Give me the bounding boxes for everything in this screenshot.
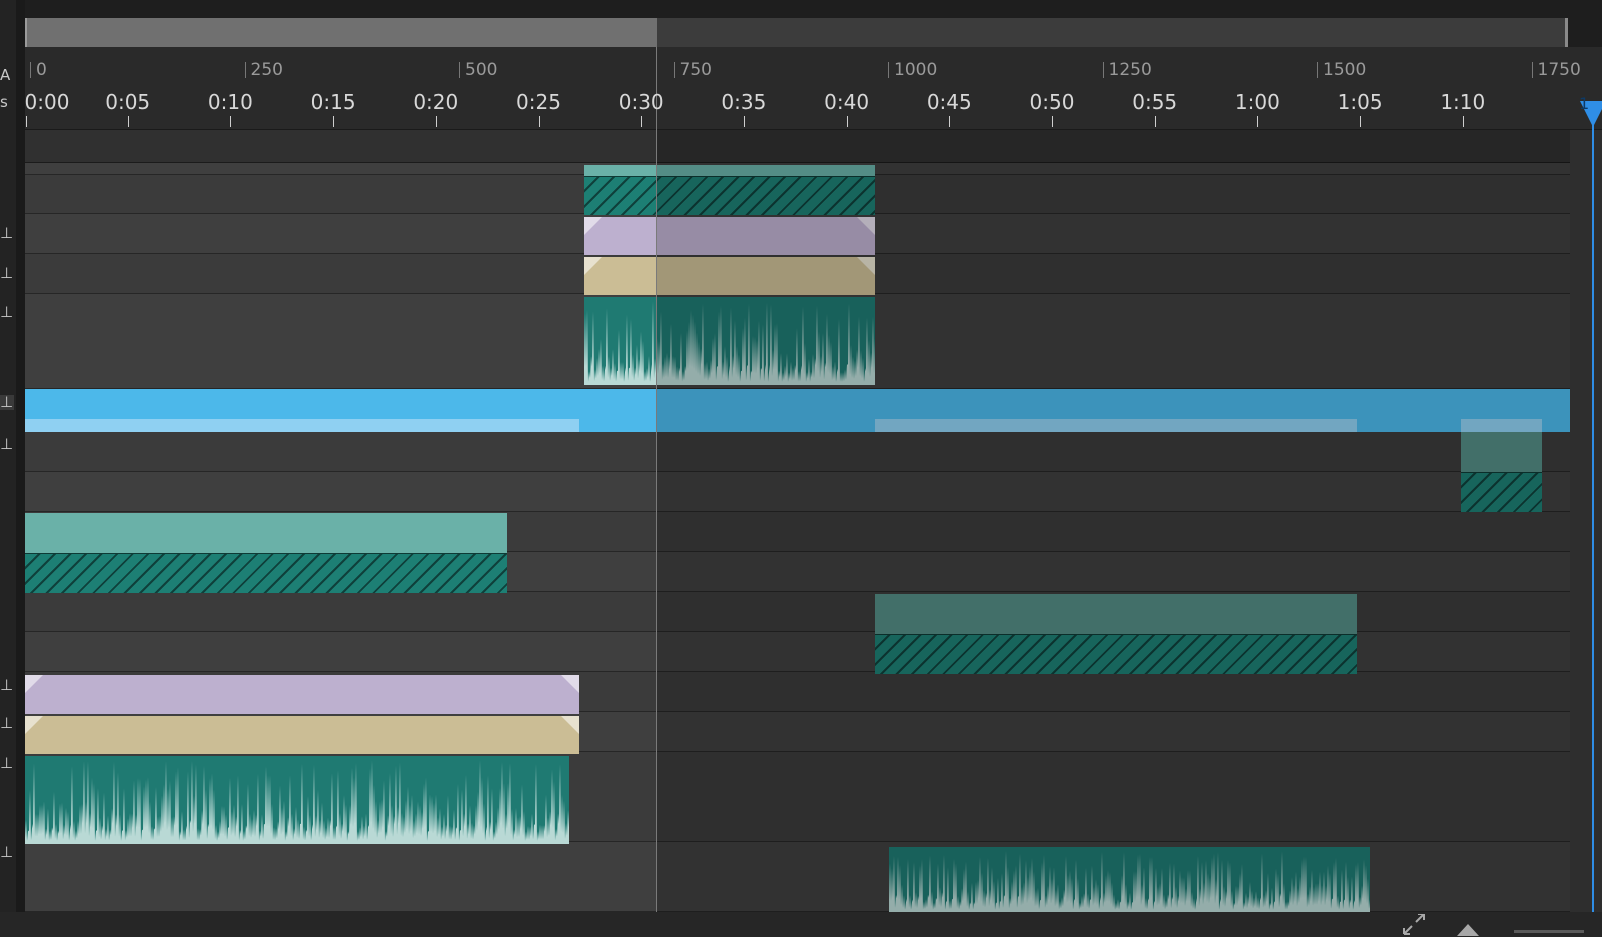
ruler-time-label: 0:25 — [516, 90, 561, 114]
timeline-scrollbar-thumb[interactable] — [25, 18, 657, 47]
ruler-time-label: 0:45 — [926, 90, 972, 114]
ruler-frame-label: 500 — [459, 62, 497, 79]
timeline-footer — [0, 912, 1602, 937]
ruler-tick — [641, 116, 643, 127]
layer-clip-lavender[interactable] — [584, 217, 875, 255]
ruler-frame-label: 1750 — [1531, 62, 1581, 79]
clip-in-marker[interactable] — [584, 217, 602, 235]
playhead-line[interactable] — [1592, 115, 1594, 912]
audio-waveform-clip[interactable] — [889, 847, 1370, 912]
clip-in-marker[interactable] — [25, 675, 43, 693]
selected-track-segment[interactable] — [875, 419, 1357, 432]
ruler-frame-label: 1250 — [1102, 62, 1152, 79]
ruler-frame-label: 250 — [244, 62, 283, 79]
clip-out-marker[interactable] — [857, 257, 875, 275]
waveform-graphic — [25, 760, 569, 844]
ruler-tick — [435, 116, 437, 127]
layer-clip-sand[interactable] — [25, 716, 579, 754]
work-area-end-line[interactable] — [656, 47, 657, 912]
ruler-tick — [230, 116, 232, 127]
zoom-slider[interactable] — [1514, 930, 1584, 933]
layer-clip-hatched[interactable] — [584, 176, 875, 215]
ruler-time-label: 0:40 — [824, 90, 870, 114]
selected-track-segment[interactable] — [25, 419, 579, 432]
layer-clip[interactable] — [875, 594, 1357, 634]
expand-icon[interactable] — [1400, 914, 1428, 936]
ruler-time-label: 1:10 — [1440, 90, 1486, 114]
ruler-tick — [1360, 116, 1362, 127]
ruler-time-label: 0:10 — [207, 90, 253, 114]
track-row[interactable] — [25, 432, 1577, 472]
ruler-tick — [333, 116, 335, 127]
clip-out-marker[interactable] — [561, 675, 579, 693]
ruler-tick — [1052, 116, 1053, 127]
track-row[interactable] — [25, 472, 1577, 512]
ruler-tick — [1154, 116, 1156, 127]
ruler-time-label: 0:35 — [721, 90, 767, 114]
waveform-graphic — [584, 301, 875, 385]
layer-clip[interactable] — [584, 165, 875, 176]
lock-icon[interactable]: ⊥ — [0, 756, 14, 771]
lock-icon[interactable]: ⊥ — [0, 716, 14, 731]
comp-end-region — [1570, 130, 1602, 912]
lock-icon[interactable]: ⊥ — [0, 678, 14, 693]
ruler-time-label: 0:05 — [105, 90, 151, 114]
layer-clip-hatched[interactable] — [875, 634, 1357, 674]
lock-icon[interactable]: ⊥ — [0, 437, 14, 452]
track-header-strip: A s ⊥ ⊥ ⊥ ⊥ ⊥ ⊥ ⊥ ⊥ ⊥ — [0, 0, 16, 937]
layer-clip-sand[interactable] — [584, 257, 875, 295]
ruler-frame-label: 1500 — [1317, 62, 1366, 79]
layer-clip-hatched[interactable] — [1461, 472, 1542, 512]
playhead-label: 1 — [1579, 94, 1590, 113]
clip-out-marker[interactable] — [561, 716, 579, 734]
ruler-tick — [538, 116, 540, 127]
mountain-icon[interactable] — [1455, 920, 1481, 936]
ruler-time-label: 0:00 — [24, 90, 70, 114]
waveform-graphic — [889, 851, 1370, 912]
clip-in-marker[interactable] — [25, 716, 43, 734]
left-edge-glyph: A — [0, 66, 11, 84]
ruler-time-label: 0:30 — [618, 90, 664, 114]
lock-icon[interactable]: ⊥ — [0, 845, 14, 860]
layer-clip-hatched[interactable] — [25, 553, 507, 593]
clip-out-marker[interactable] — [857, 217, 875, 235]
ruler-tick — [846, 116, 848, 127]
layer-clip[interactable] — [1461, 432, 1542, 472]
audio-waveform-clip[interactable] — [25, 756, 569, 844]
panel-divider[interactable] — [16, 0, 25, 912]
left-edge-glyph: s — [0, 93, 8, 111]
ruler-tick — [1462, 116, 1464, 127]
ruler-tick — [743, 116, 745, 127]
ruler-tick — [949, 116, 951, 127]
timeline-scrollbar-end-handle[interactable] — [1565, 18, 1568, 47]
ruler-frame-label: 0 — [30, 62, 47, 79]
ruler-time-label: 1:00 — [1234, 90, 1280, 114]
clip-in-marker[interactable] — [584, 257, 602, 275]
selected-track-segment[interactable] — [1461, 419, 1542, 432]
ruler-time-label: 0:55 — [1132, 90, 1178, 114]
ruler-time-label: 0:15 — [310, 90, 356, 114]
selected-track-bar[interactable] — [25, 389, 1570, 432]
work-area-bar[interactable] — [25, 130, 1577, 163]
ruler-tick — [1257, 116, 1259, 127]
ruler-time-label: 1:05 — [1337, 90, 1383, 114]
ruler-frame-label: 1000 — [888, 62, 937, 79]
lock-icon[interactable]: ⊥ — [0, 266, 14, 281]
ruler-tick — [26, 116, 27, 127]
ruler-frame-label: 750 — [673, 62, 712, 79]
lock-icon[interactable]: ⊥ — [0, 395, 14, 410]
layer-clip[interactable] — [25, 513, 507, 553]
ruler-time-label: 0:50 — [1029, 90, 1075, 114]
ruler-tick — [127, 116, 129, 127]
ruler-time-label: 0:20 — [413, 90, 459, 114]
audio-waveform-clip[interactable] — [584, 297, 875, 385]
layer-clip-lavender[interactable] — [25, 675, 579, 714]
lock-icon[interactable]: ⊥ — [0, 226, 14, 241]
lock-icon[interactable]: ⊥ — [0, 305, 14, 320]
